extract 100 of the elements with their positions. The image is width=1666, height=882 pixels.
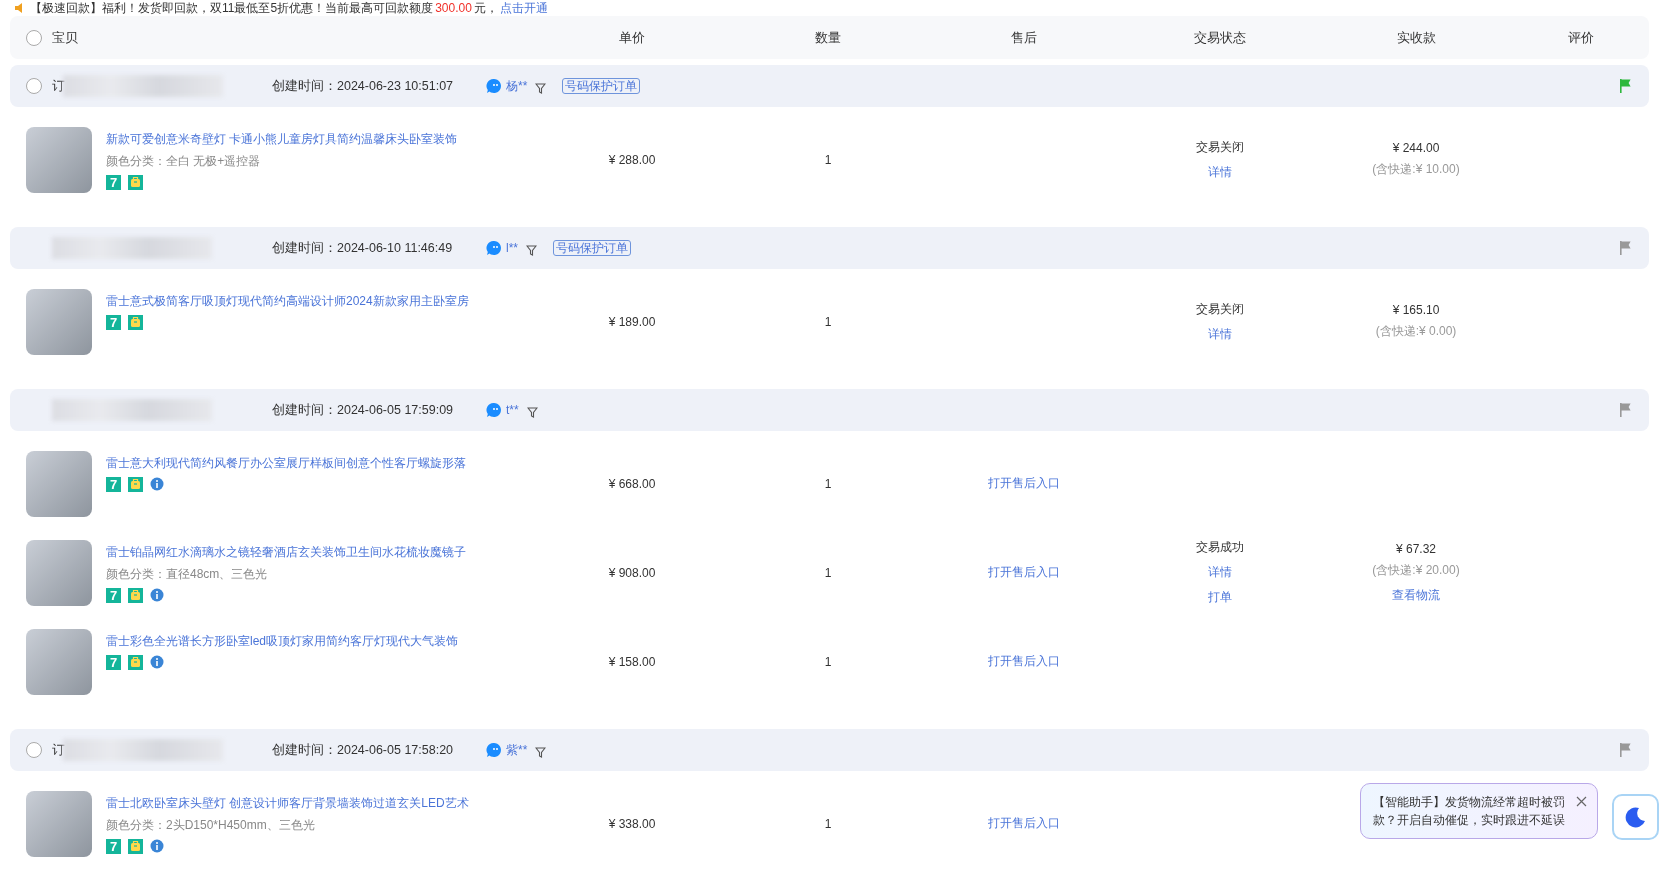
product-title[interactable]: 雷士彩色全光谱长方形卧室led吸顶灯家用简约客厅灯现代大气装饰 xyxy=(106,632,458,650)
column-header: 售后 xyxy=(1011,29,1037,45)
flag-icon[interactable] xyxy=(1618,742,1632,758)
order-checkbox[interactable] xyxy=(26,742,42,758)
privacy-tag: 号码保护订单 xyxy=(562,78,641,94)
received-amount: ¥ 67.32 xyxy=(1395,541,1436,556)
product-title[interactable]: 雷士意大利现代简约风餐厅办公室展厅样板间创意个性客厅螺旋形落 xyxy=(106,454,466,472)
banner-amount: 300.00 xyxy=(435,0,472,16)
logistics-link[interactable]: 查看物流 xyxy=(1392,586,1440,604)
quantity: 1 xyxy=(824,816,832,831)
trade-status: 交易关闭 xyxy=(1196,300,1244,318)
flag-icon[interactable] xyxy=(1618,240,1632,256)
shipping-fee: (含快递:¥ 20.00) xyxy=(1372,561,1460,579)
photo-placeholder xyxy=(26,628,92,695)
product-title[interactable]: 雷士铂晶网红水滴璃水之镜轻奢酒店玄关装饰卫生间水花梳妆魔镜子 xyxy=(106,543,466,561)
created-time: 创建时间：2024-06-05 17:58:20 xyxy=(272,741,455,759)
filter-icon[interactable] xyxy=(535,82,547,94)
assistant-button[interactable] xyxy=(1612,794,1659,840)
product-spec: 颜色分类：直径48cm、三色光 xyxy=(106,565,269,583)
info-icon[interactable] xyxy=(150,477,164,491)
filter-icon[interactable] xyxy=(526,244,537,256)
select-all-checkbox[interactable] xyxy=(26,29,42,46)
privacy-tag: 号码保护订单 xyxy=(553,240,631,256)
unit-price: ¥ 158.00 xyxy=(608,654,656,669)
photo-placeholder xyxy=(26,126,92,193)
quantity: 1 xyxy=(824,565,832,580)
order-checkbox[interactable] xyxy=(26,78,42,94)
seven-day-badge: 7 xyxy=(106,587,121,603)
trade-status: 交易关闭 xyxy=(1196,138,1244,156)
received-amount: ¥ 244.00 xyxy=(1392,141,1440,155)
chat-bubble-icon[interactable] xyxy=(486,742,502,758)
column-header: 宝贝 xyxy=(52,28,78,47)
bag-badge-icon xyxy=(128,314,143,330)
bag-badge-icon xyxy=(128,587,143,603)
seven-day-badge: 7 xyxy=(106,476,121,492)
after-sale-link[interactable]: 打开售后入口 xyxy=(988,565,1060,579)
photo-placeholder xyxy=(26,539,92,606)
trade-status: 交易成功 xyxy=(1196,539,1244,556)
unit-price: ¥ 189.00 xyxy=(608,314,656,329)
created-time: 创建时间：2024-06-10 11:46:49 xyxy=(272,239,454,257)
unit-price: ¥ 908.00 xyxy=(608,565,656,580)
chat-bubble-icon[interactable] xyxy=(486,402,502,418)
column-header: 实收款 xyxy=(1396,29,1436,45)
chat-bubble-icon[interactable] xyxy=(486,240,502,256)
buyer-name[interactable]: t** xyxy=(506,403,519,417)
photo-placeholder xyxy=(26,288,92,355)
buyer-name[interactable]: 杨** xyxy=(506,77,528,95)
after-sale-link[interactable]: 打开售后入口 xyxy=(988,816,1060,830)
shipping-fee: (含快递:¥ 10.00) xyxy=(1372,161,1460,178)
status-action-link[interactable]: 详情 xyxy=(1208,163,1232,181)
buyer-name[interactable]: 紫** xyxy=(506,741,528,759)
info-icon[interactable] xyxy=(150,588,164,602)
activate-link[interactable]: 点击开通 xyxy=(499,0,548,16)
seven-day-badge: 7 xyxy=(106,838,121,854)
unit-price: ¥ 668.00 xyxy=(608,476,656,491)
after-sale-link[interactable]: 打开售后入口 xyxy=(988,476,1060,490)
bag-badge-icon xyxy=(128,174,143,190)
received-amount: ¥ 165.10 xyxy=(1392,303,1440,317)
bag-badge-icon xyxy=(128,838,143,854)
photo-placeholder xyxy=(26,450,92,517)
order-label: 订 xyxy=(52,77,65,95)
seven-day-badge: 7 xyxy=(106,314,121,330)
unit-price: ¥ 338.00 xyxy=(608,816,656,831)
filter-icon[interactable] xyxy=(535,746,547,758)
column-header: 评价 xyxy=(1568,29,1594,45)
buyer-name[interactable]: l** xyxy=(506,241,518,255)
product-title[interactable]: 雷士北欧卧室床头壁灯 创意设计师客厅背景墙装饰过道玄关LED艺术 xyxy=(106,794,469,812)
info-icon[interactable] xyxy=(150,655,164,669)
flag-icon[interactable] xyxy=(1618,78,1632,94)
quantity: 1 xyxy=(824,152,832,167)
column-header: 单价 xyxy=(619,29,645,45)
bag-badge-icon xyxy=(128,476,143,492)
banner-text: 【极速回款】福利！发货即回款，双11最低至5折优惠！当前最高可回款额度 xyxy=(30,0,434,16)
product-title[interactable]: 新款可爱创意米奇壁灯 卡通小熊儿童房灯具简约温馨床头卧室装饰 xyxy=(106,130,458,148)
close-icon[interactable] xyxy=(1576,796,1587,807)
moon-face-icon xyxy=(1624,806,1647,828)
product-title[interactable]: 雷士意式极简客厅吸顶灯现代简约高端设计师2024新款家用主卧室房 xyxy=(106,292,469,310)
assistant-message: 【智能助手】发货物流经常超时被罚款？开启自动催促，实时跟进不延误 xyxy=(1373,794,1566,829)
quantity: 1 xyxy=(824,314,832,329)
status-action-link[interactable]: 打单 xyxy=(1208,589,1232,606)
unit-price: ¥ 288.00 xyxy=(608,152,656,167)
product-spec: 颜色分类：2头D150*H450mm、三色光 xyxy=(106,816,316,834)
seven-day-badge: 7 xyxy=(106,654,121,670)
column-header: 交易状态 xyxy=(1194,29,1246,45)
created-time: 创建时间：2024-06-05 17:59:09 xyxy=(272,401,455,419)
shipping-fee: (含快递:¥ 0.00) xyxy=(1375,323,1457,340)
seven-day-badge: 7 xyxy=(106,174,121,190)
product-spec: 颜色分类：全白 无极+遥控器 xyxy=(106,152,262,170)
status-action-link[interactable]: 详情 xyxy=(1208,564,1232,581)
info-icon[interactable] xyxy=(150,839,164,853)
quantity: 1 xyxy=(824,654,832,669)
quantity: 1 xyxy=(824,476,832,491)
filter-icon[interactable] xyxy=(526,406,538,418)
photo-placeholder xyxy=(26,790,92,857)
banner-text: 元， xyxy=(473,0,498,16)
after-sale-link[interactable]: 打开售后入口 xyxy=(988,654,1060,668)
created-time: 创建时间：2024-06-23 10:51:07 xyxy=(272,77,455,95)
status-action-link[interactable]: 详情 xyxy=(1208,325,1232,343)
flag-icon[interactable] xyxy=(1618,402,1632,418)
chat-bubble-icon[interactable] xyxy=(486,78,502,94)
